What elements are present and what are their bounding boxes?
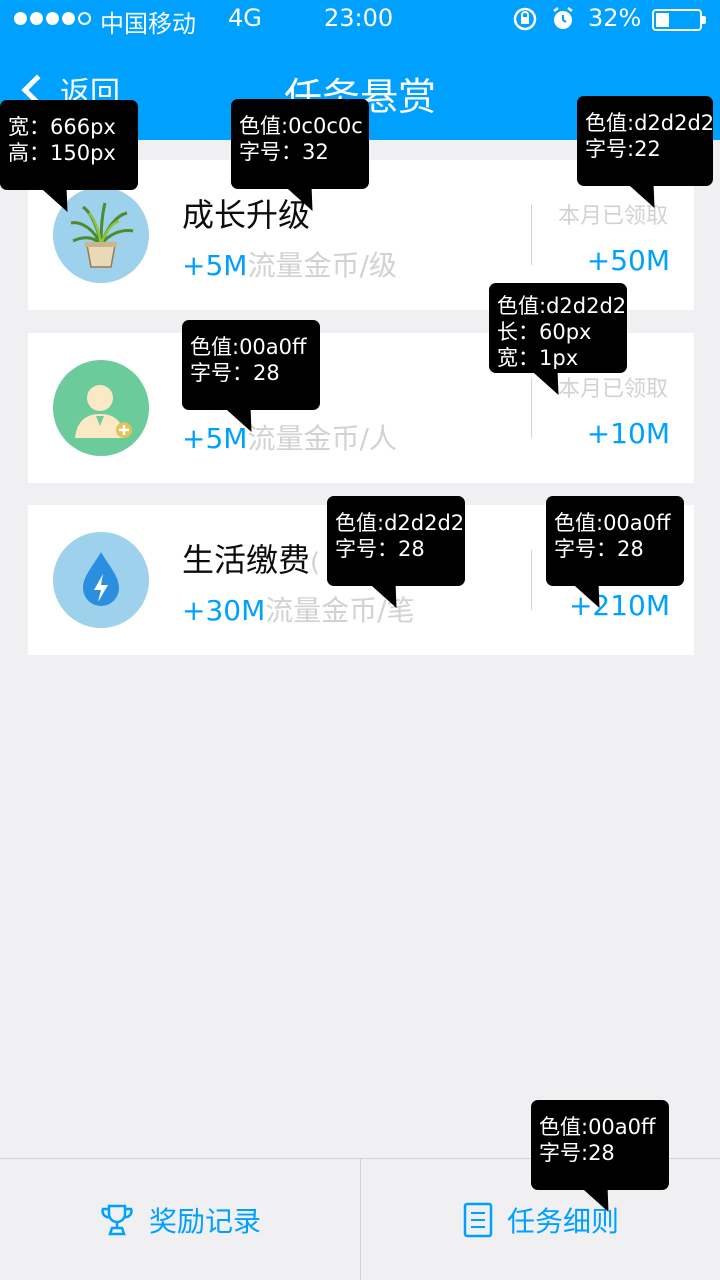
rewards-record-button[interactable]: 奖励记录 [0, 1159, 360, 1280]
annotation-divider-style: 色值:d2d2d2 长：60px 宽：1px [489, 283, 627, 395]
clock: 23:00 [324, 4, 394, 32]
task-title-note: ( [310, 548, 321, 578]
battery-icon [652, 9, 706, 31]
carrier-label: 中国移动 [100, 10, 196, 38]
card-divider [531, 378, 532, 438]
reward-unit: 流量金币/人 [247, 422, 397, 455]
invite-user-icon [53, 360, 149, 456]
battery-percent: 32% [588, 4, 642, 32]
month-claimed-total: +10M [586, 417, 670, 450]
status-bar: 中国移动 4G 23:00 32% [0, 0, 720, 40]
task-reward: +5M流量金币/级 [182, 244, 397, 284]
annotation-reward-unit-style: 色值:d2d2d2 字号：28 [327, 496, 465, 608]
orientation-lock-icon [512, 6, 538, 38]
signal-strength-icon [14, 12, 91, 25]
annotation-title-style: 色值:0c0c0c 字号：32 [231, 99, 369, 211]
month-claimed-total: +50M [586, 244, 670, 277]
network-type: 4G [228, 4, 262, 32]
annotation-month-label-style: 色值:d2d2d2 字号:22 [577, 96, 714, 208]
annotation-month-total-style: 色值:00a0ff 字号：28 [546, 496, 684, 608]
alarm-icon [551, 6, 575, 38]
annotation-reward-amount-style: 色值:00a0ff 字号：28 [182, 320, 320, 432]
annotation-bottom-label-style: 色值:00a0ff 字号:28 [531, 1100, 669, 1212]
utility-payment-icon [53, 532, 149, 628]
card-divider [531, 550, 532, 610]
task-reward: +5M流量金币/人 [182, 417, 397, 457]
trophy-icon [101, 1204, 133, 1236]
annotation-card-size: 宽：666px 高：150px [0, 100, 138, 212]
month-claimed-label: 本月已领取 [557, 377, 668, 402]
reward-amount: +5M [182, 249, 248, 282]
document-icon [463, 1202, 493, 1238]
reward-amount: +30M [182, 594, 266, 627]
card-divider [531, 205, 532, 265]
rewards-record-label: 奖励记录 [148, 1205, 261, 1238]
task-title-text: 生活缴费 [182, 541, 311, 579]
reward-unit: 流量金币/级 [247, 249, 397, 282]
